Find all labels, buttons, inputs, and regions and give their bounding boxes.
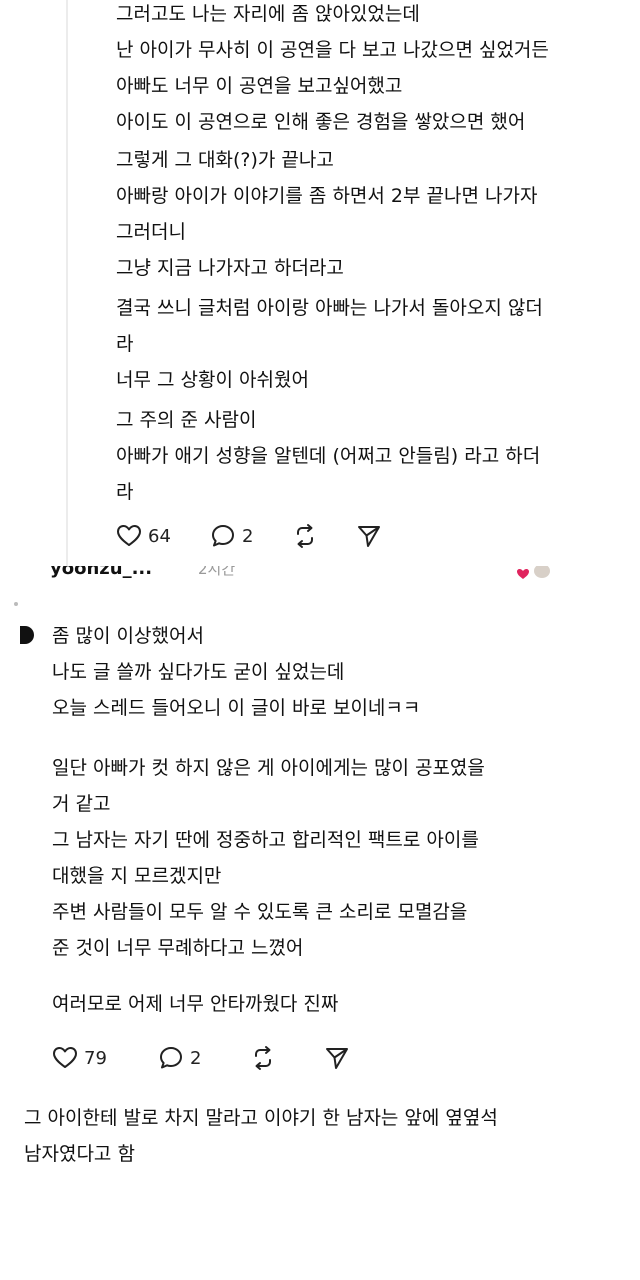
post-2-paragraph-2: 일단 아빠가 컷 하지 않은 게 아이에게는 많이 공포였을 거 같고 그 남자… — [52, 750, 485, 966]
side-dot — [14, 602, 18, 606]
comment-bubble-icon — [212, 525, 234, 547]
text-line: 라 — [116, 481, 134, 503]
text-line: 아빠도 너무 이 공연을 보고싶어했고 — [116, 75, 403, 97]
text-line: 준 것이 너무 무례하다고 느꼈어 — [52, 937, 304, 959]
post-2-paragraph-3: 여러모로 어제 너무 안타까웠다 진짜 — [52, 986, 338, 1022]
timestamp: 2시간 — [198, 566, 236, 578]
text-line: 그러고도 나는 자리에 좀 앉아있었는데 — [116, 3, 420, 25]
repost-icon — [255, 1046, 271, 1070]
post-2-header: yoonzu_... 2시간 — [50, 566, 570, 580]
text-line: 거 같고 — [52, 793, 111, 815]
text-line: 결국 쓰니 글처럼 아이랑 아빠는 나가서 돌아오지 않더 — [116, 297, 543, 319]
liked-heart-icon — [517, 569, 529, 579]
reply-button[interactable]: 2 — [210, 516, 253, 556]
like-button[interactable]: 79 — [52, 1038, 107, 1078]
text-line: 아빠랑 아이가 이야기를 좀 하면서 2부 끝나면 나가자 — [116, 185, 538, 207]
text-line: 아이도 이 공연으로 인해 좋은 경험을 쌓았으면 했어 — [116, 111, 526, 133]
text-line: 라 — [116, 333, 134, 355]
text-line: 주변 사람들이 모두 알 수 있도록 큰 소리로 모멸감을 — [52, 901, 468, 923]
like-count: 79 — [84, 1047, 107, 1069]
text-line: 너무 그 상황이 아쉬웠어 — [116, 369, 309, 391]
repost-button[interactable] — [250, 1038, 276, 1078]
text-line: 아빠가 애기 성향을 알텐데 (어쩌고 안들림) 라고 하더 — [116, 445, 541, 467]
post-1-paragraph-2: 그렇게 그 대화(?)가 끝나고 아빠랑 아이가 이야기를 좀 하면서 2부 끝… — [116, 142, 537, 286]
text-line: 그러더니 — [116, 221, 186, 243]
reply-count: 2 — [190, 1047, 202, 1069]
text-line: 대했을 지 모르겠지만 — [52, 865, 222, 887]
reply-count: 2 — [242, 525, 254, 547]
caption-line: 남자였다고 함 — [24, 1143, 135, 1165]
post-2-action-bar: 79 2 — [52, 1038, 372, 1078]
share-button[interactable] — [356, 516, 382, 556]
reply-button[interactable]: 2 — [158, 1038, 201, 1078]
post-2-paragraph-1: 좀 많이 이상했어서 나도 글 쓸까 싶다가도 굳이 싶었는데 오늘 스레드 들… — [52, 618, 420, 726]
text-line: 그냥 지금 나가자고 하더라고 — [116, 257, 344, 279]
thread-connector-line — [66, 0, 68, 566]
share-button[interactable] — [324, 1038, 350, 1078]
post-2: yoonzu_... 2시간 좀 많이 이상했어서 나도 글 쓸까 싶다가도 굳… — [0, 566, 640, 1080]
repost-icon — [297, 524, 313, 548]
send-icon — [326, 1048, 348, 1069]
text-line: 좀 많이 이상했어서 — [52, 625, 204, 647]
heart-icon — [53, 1047, 77, 1068]
repost-button[interactable] — [292, 516, 318, 556]
notification-badge — [20, 626, 34, 644]
text-line: 오늘 스레드 들어오니 이 글이 바로 보이네ㅋㅋ — [52, 697, 421, 719]
username[interactable]: yoonzu_... — [50, 566, 152, 579]
heart-icon — [117, 525, 141, 546]
like-count: 64 — [148, 525, 171, 547]
text-line: 난 아이가 무사히 이 공연을 다 보고 나갔으면 싶었거든 — [116, 39, 549, 61]
text-line: 일단 아빠가 컷 하지 않은 게 아이에게는 많이 공포였을 — [52, 757, 485, 779]
post-1-paragraph-3: 결국 쓰니 글처럼 아이랑 아빠는 나가서 돌아오지 않더 라 너무 그 상황이… — [116, 290, 543, 398]
post-1-action-bar: 64 2 — [116, 516, 416, 556]
post-1: 그러고도 나는 자리에 좀 앉아있었는데 난 아이가 무사히 이 공연을 다 보… — [0, 0, 640, 566]
send-icon — [358, 526, 380, 547]
text-line: 여러모로 어제 너무 안타까웠다 진짜 — [52, 993, 339, 1015]
text-line: 그 주의 준 사람이 — [116, 409, 257, 431]
comment-bubble-icon — [160, 1047, 182, 1069]
text-line: 그렇게 그 대화(?)가 끝나고 — [116, 149, 334, 171]
like-button[interactable]: 64 — [116, 516, 171, 556]
text-line: 그 남자는 자기 딴에 정중하고 합리적인 팩트로 아이를 — [52, 829, 479, 851]
caption-line: 그 아이한테 발로 차지 말라고 이야기 한 남자는 앞에 옆옆석 — [24, 1107, 498, 1129]
post-1-paragraph-1: 그러고도 나는 자리에 좀 앉아있었는데 난 아이가 무사히 이 공연을 다 보… — [116, 0, 549, 140]
text-line: 나도 글 쓸까 싶다가도 굳이 싶었는데 — [52, 661, 345, 683]
avatar[interactable] — [534, 566, 550, 578]
post-1-paragraph-4: 그 주의 준 사람이 아빠가 애기 성향을 알텐데 (어쩌고 안들림) 라고 하… — [116, 402, 540, 510]
